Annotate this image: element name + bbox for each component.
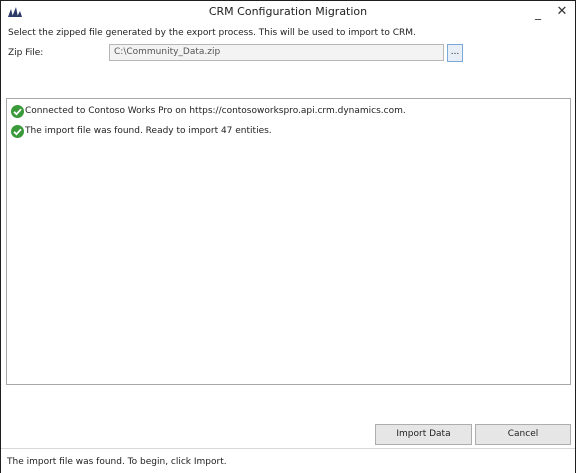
instruction-text: Select the zipped file generated by the … (8, 28, 416, 38)
zip-file-label: Zip File: (8, 48, 44, 58)
title-bar[interactable]: CRM Configuration Migration _ ✕ (1, 1, 575, 23)
migration-window: CRM Configuration Migration _ ✕ Select t… (0, 0, 576, 473)
import-data-button[interactable]: Import Data (375, 424, 472, 445)
browse-button[interactable]: ... (447, 44, 463, 62)
success-check-icon (11, 125, 24, 138)
minimize-button[interactable]: _ (526, 1, 550, 23)
log-panel: Connected to Contoso Works Pro on https:… (6, 98, 571, 385)
success-check-icon (11, 105, 24, 118)
cancel-button[interactable]: Cancel (475, 424, 571, 445)
log-entry-text: Connected to Contoso Works Pro on https:… (25, 106, 406, 116)
log-entry-text: The import file was found. Ready to impo… (25, 126, 272, 136)
window-title: CRM Configuration Migration (208, 5, 368, 18)
zip-file-input[interactable] (109, 44, 444, 61)
close-button[interactable]: ✕ (550, 1, 574, 23)
status-bar: The import file was found. To begin, cli… (1, 448, 575, 473)
status-text: The import file was found. To begin, cli… (7, 457, 227, 467)
